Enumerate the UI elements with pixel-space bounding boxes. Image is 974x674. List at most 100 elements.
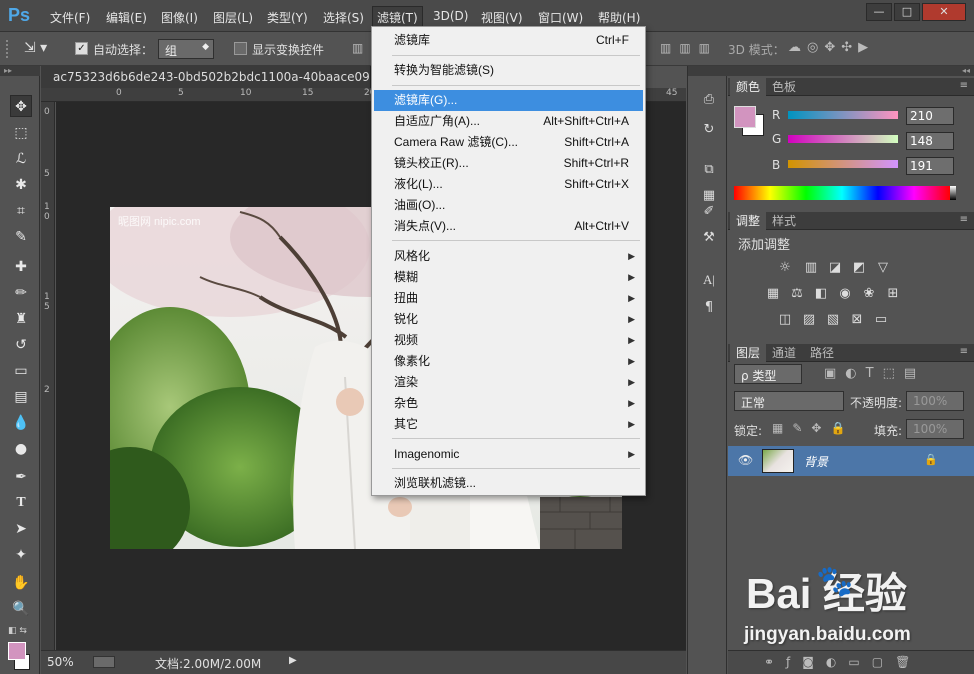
- photo-filter-icon[interactable]: ◉: [836, 286, 854, 302]
- levels-icon[interactable]: ▥: [802, 260, 820, 276]
- character-panel-icon[interactable]: A|: [699, 270, 719, 290]
- default-colors-icon[interactable]: ◧ ⇆: [8, 626, 27, 636]
- lock-icons[interactable]: ▦✎✥🔒: [772, 421, 854, 435]
- color-balance-icon[interactable]: ⚖: [788, 286, 806, 302]
- slider-g[interactable]: [788, 135, 898, 143]
- eyedropper-tool-icon[interactable]: ✎: [10, 226, 32, 248]
- menu-item-vanishing-point[interactable]: 消失点(V)... Alt+Ctrl+V: [374, 216, 643, 237]
- panel-menu-icon[interactable]: ≡: [960, 80, 968, 91]
- menu-select[interactable]: 选择(S): [323, 9, 364, 26]
- channel-g-value[interactable]: 148: [906, 132, 954, 150]
- panel-collapse-icon[interactable]: ◂◂: [728, 66, 974, 76]
- opacity-input[interactable]: 100%: [906, 391, 964, 411]
- menu-item-distort[interactable]: 扭曲 ▶: [374, 288, 643, 309]
- panel-collapse-icon[interactable]: ▸▸: [0, 66, 40, 76]
- menu-item-filter-gallery[interactable]: 滤镜库(G)...: [374, 90, 643, 111]
- menu-item-pixelate[interactable]: 像素化 ▶: [374, 351, 643, 372]
- close-button[interactable]: ✕: [922, 3, 966, 21]
- brush-panel-icon[interactable]: ✐: [699, 202, 719, 222]
- menu-window[interactable]: 窗口(W): [538, 9, 583, 26]
- maximize-button[interactable]: □: [894, 3, 920, 21]
- zoom-level[interactable]: 50%: [47, 655, 74, 669]
- menu-item-filter-gallery-last[interactable]: 滤镜库 Ctrl+F: [374, 30, 643, 51]
- brush-presets-icon[interactable]: ⚒: [699, 228, 719, 248]
- stamp-tool-icon[interactable]: ♜: [10, 308, 32, 330]
- eraser-tool-icon[interactable]: ▭: [10, 360, 32, 382]
- dodge-tool-icon[interactable]: ●: [10, 438, 32, 460]
- menu-item-render[interactable]: 渲染 ▶: [374, 372, 643, 393]
- panel-menu-icon[interactable]: ≡: [960, 346, 968, 357]
- actions-panel-icon[interactable]: ↻: [699, 120, 719, 140]
- threshold-icon[interactable]: ▧: [824, 312, 842, 328]
- exposure-icon[interactable]: ◩: [850, 260, 868, 276]
- shape-tool-icon[interactable]: ✦: [10, 544, 32, 566]
- slider-b[interactable]: [788, 160, 898, 168]
- channel-r-value[interactable]: 210: [906, 107, 954, 125]
- lasso-tool-icon[interactable]: ℒ: [10, 148, 32, 170]
- foreground-color-chip[interactable]: [734, 106, 756, 128]
- show-transform-checkbox[interactable]: [234, 42, 247, 55]
- menu-item-sharpen[interactable]: 锐化 ▶: [374, 309, 643, 330]
- menu-layer[interactable]: 图层(L): [213, 9, 253, 26]
- color-spectrum[interactable]: [734, 186, 950, 200]
- 3d-mode-icons[interactable]: ☁◎✥✣▶: [788, 40, 874, 55]
- tab-adjustments[interactable]: 调整: [730, 212, 767, 230]
- eye-visibility-icon[interactable]: 👁: [738, 453, 753, 467]
- menu-help[interactable]: 帮助(H): [598, 9, 640, 26]
- tab-channels[interactable]: 通道: [766, 344, 802, 362]
- layer-name[interactable]: 背景: [804, 453, 828, 470]
- tab-swatches[interactable]: 色板: [766, 78, 802, 96]
- selective-color-icon[interactable]: ⊠: [848, 312, 866, 328]
- menu-3d[interactable]: 3D(D): [433, 9, 468, 23]
- layer-kind-filter[interactable]: ρ 类型: [734, 364, 802, 384]
- menu-item-browse-online-filters[interactable]: 浏览联机滤镜...: [374, 473, 643, 494]
- menu-image[interactable]: 图像(I): [161, 9, 198, 26]
- menu-item-imagenomic[interactable]: Imagenomic ▶: [374, 444, 643, 465]
- document-tab[interactable]: ac75323d6b6de243-0bd502b2bdc1100a-40baac…: [41, 66, 371, 88]
- menu-item-oil-paint[interactable]: 油画(O)...: [374, 195, 643, 216]
- channel-mixer-icon[interactable]: ❀: [860, 286, 878, 302]
- hue-saturation-icon[interactable]: ▦: [764, 286, 782, 302]
- path-select-tool-icon[interactable]: ➤: [10, 518, 32, 540]
- vibrance-icon[interactable]: ▽: [874, 260, 892, 276]
- zoom-tool-icon[interactable]: 🔍: [10, 598, 32, 620]
- tab-paths[interactable]: 路径: [804, 344, 840, 362]
- type-tool-icon[interactable]: T: [10, 492, 32, 514]
- auto-select-checkbox[interactable]: ✓: [75, 42, 88, 55]
- history-brush-tool-icon[interactable]: ↺: [10, 334, 32, 356]
- gradient-map-icon[interactable]: ▭: [872, 312, 890, 328]
- menu-file[interactable]: 文件(F): [50, 9, 90, 26]
- move-tool-icon[interactable]: ✥: [10, 95, 32, 117]
- grip-handle[interactable]: [6, 40, 9, 58]
- gradient-tool-icon[interactable]: ▤: [10, 386, 32, 408]
- menu-view[interactable]: 视图(V): [481, 9, 523, 26]
- brush-tool-icon[interactable]: ✏: [10, 282, 32, 304]
- quick-select-tool-icon[interactable]: ✱: [10, 174, 32, 196]
- menu-type[interactable]: 类型(Y): [267, 9, 308, 26]
- menu-item-liquify[interactable]: 液化(L)... Shift+Ctrl+X: [374, 174, 643, 195]
- blur-tool-icon[interactable]: 💧: [10, 412, 32, 434]
- foreground-color-swatch[interactable]: [8, 642, 26, 660]
- menu-item-noise[interactable]: 杂色 ▶: [374, 393, 643, 414]
- 3d-panel-icon[interactable]: ⧉: [699, 160, 719, 180]
- tab-styles[interactable]: 样式: [766, 212, 802, 230]
- menu-item-other[interactable]: 其它 ▶: [374, 414, 643, 435]
- distribute-icons[interactable]: ▥▥▥: [660, 41, 718, 55]
- slider-r[interactable]: [788, 111, 898, 119]
- move-tool-preset-icon[interactable]: ⇲ ▾: [24, 40, 47, 56]
- menu-item-lens-correction[interactable]: 镜头校正(R)... Shift+Ctrl+R: [374, 153, 643, 174]
- menu-item-convert-smart-filter[interactable]: 转换为智能滤镜(S): [374, 60, 643, 81]
- tab-color[interactable]: 颜色: [730, 78, 767, 96]
- menu-item-camera-raw[interactable]: Camera Raw 滤镜(C)... Shift+Ctrl+A: [374, 132, 643, 153]
- paragraph-panel-icon[interactable]: ¶: [699, 298, 719, 318]
- fill-input[interactable]: 100%: [906, 419, 964, 439]
- history-panel-icon[interactable]: ⎙: [699, 90, 719, 110]
- crop-tool-icon[interactable]: ⌗: [10, 200, 32, 222]
- zoom-preview-icon[interactable]: [93, 656, 115, 668]
- marquee-tool-icon[interactable]: ⬚: [10, 122, 32, 144]
- menu-item-stylize[interactable]: 风格化 ▶: [374, 246, 643, 267]
- brightness-icon[interactable]: ☼: [776, 260, 794, 276]
- blend-mode-dropdown[interactable]: 正常: [734, 391, 844, 411]
- layer-filter-icons[interactable]: ▣◐T⬚▤: [824, 366, 925, 381]
- color-lookup-icon[interactable]: ⊞: [884, 286, 902, 302]
